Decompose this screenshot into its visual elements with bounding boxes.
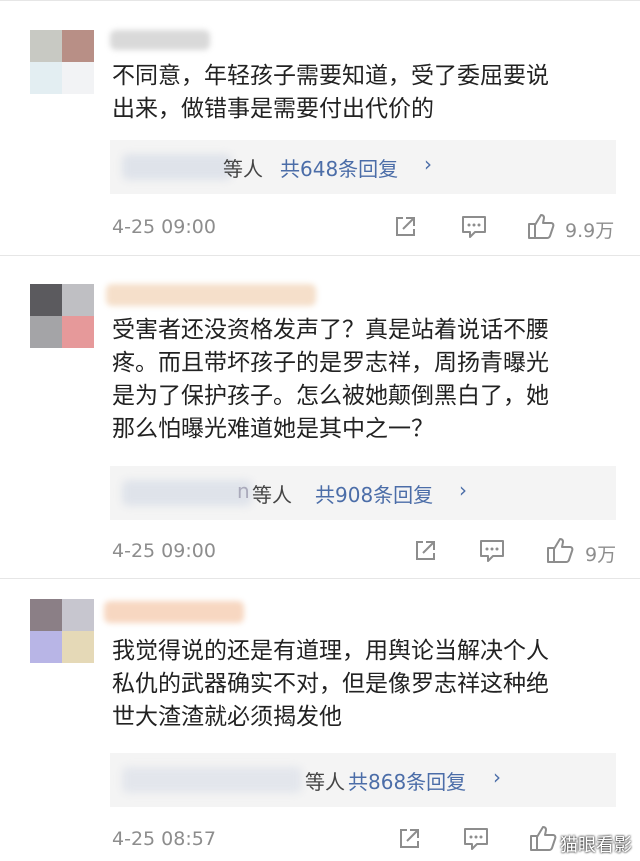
avatar-tile bbox=[62, 30, 94, 62]
avatar-tile bbox=[30, 62, 62, 94]
avatar-tile bbox=[30, 284, 62, 316]
watermark: 猫眼看影 bbox=[560, 835, 632, 856]
avatar-tile bbox=[62, 631, 94, 663]
comment-icon[interactable] bbox=[478, 538, 506, 564]
share-icon[interactable] bbox=[412, 538, 438, 564]
username-blurred[interactable] bbox=[104, 601, 244, 623]
reply-summary[interactable]: 等人 共868条回复 › bbox=[110, 753, 616, 807]
comment-card: 我觉得说的还是有道理，用舆论当解决个人 私仇的武器确实不对，但是像罗志祥这种绝 … bbox=[0, 579, 640, 861]
avatar-tile bbox=[30, 631, 62, 663]
reply-usernames-blurred bbox=[122, 767, 302, 793]
chevron-right-icon: › bbox=[424, 152, 432, 176]
comment-text-line: 受害者还没资格发声了？真是站着说话不腰 bbox=[112, 317, 549, 343]
reply-count[interactable]: 共868条回复 bbox=[348, 766, 466, 795]
avatar-tile bbox=[30, 30, 62, 62]
reply-usernames-blurred bbox=[122, 480, 252, 506]
avatar-tile bbox=[30, 599, 62, 631]
avatar-tile bbox=[62, 316, 94, 348]
chevron-right-icon: › bbox=[459, 478, 467, 502]
reply-name-tail: n bbox=[237, 479, 250, 503]
reply-usernames-blurred bbox=[122, 154, 232, 180]
comment-icon[interactable] bbox=[460, 214, 488, 240]
comment-text-line: 出来，做错事是需要付出代价的 bbox=[112, 96, 434, 122]
thumbs-up-icon[interactable] bbox=[528, 823, 558, 853]
avatar-tile bbox=[62, 284, 94, 316]
avatar-tile bbox=[30, 316, 62, 348]
like-count: 9万 bbox=[585, 544, 617, 566]
chevron-right-icon: › bbox=[493, 765, 501, 789]
thumbs-up-icon[interactable] bbox=[545, 535, 575, 565]
comment-text-line: 疼。而且带坏孩子的是罗志祥，周扬青曝光 bbox=[112, 350, 549, 376]
thumbs-up-icon[interactable] bbox=[526, 211, 556, 241]
comment-text-line: 我觉得说的还是有道理，用舆论当解决个人 bbox=[112, 638, 549, 664]
comment-text-line: 是为了保护孩子。怎么被她颠倒黑白了，她 bbox=[112, 383, 549, 409]
reply-who: 等人 bbox=[223, 157, 263, 181]
comment-text-line: 私仇的武器确实不对，但是像罗志祥这种绝 bbox=[112, 671, 549, 697]
avatar-tile bbox=[62, 62, 94, 94]
comment-timestamp: 4-25 09:00 bbox=[112, 216, 216, 238]
comment-timestamp: 4-25 09:00 bbox=[112, 540, 216, 562]
reply-summary[interactable]: n 等人 共908条回复 › bbox=[110, 466, 616, 520]
reply-who: 等人 bbox=[252, 483, 292, 507]
comment-icon[interactable] bbox=[462, 826, 490, 852]
reply-who: 等人 bbox=[305, 770, 345, 794]
comment-text-line: 那么怕曝光难道她是其中之一？ bbox=[112, 416, 434, 442]
avatar-tile bbox=[62, 599, 94, 631]
share-icon[interactable] bbox=[396, 826, 422, 852]
share-icon[interactable] bbox=[392, 214, 418, 240]
avatar[interactable] bbox=[30, 599, 94, 663]
avatar[interactable] bbox=[30, 284, 94, 348]
like-count: 9.9万 bbox=[565, 220, 615, 242]
reply-count[interactable]: 共648条回复 bbox=[280, 153, 398, 182]
avatar[interactable] bbox=[30, 30, 94, 94]
comment-text-line: 不同意，年轻孩子需要知道，受了委屈要说 bbox=[112, 63, 549, 89]
username-blurred[interactable] bbox=[110, 30, 210, 50]
comment-card: 不同意，年轻孩子需要知道，受了委屈要说 出来，做错事是需要付出代价的 等人 共6… bbox=[0, 0, 640, 255]
comment-card: 受害者还没资格发声了？真是站着说话不腰 疼。而且带坏孩子的是罗志祥，周扬青曝光 … bbox=[0, 256, 640, 578]
reply-summary[interactable]: 等人 共648条回复 › bbox=[110, 140, 616, 194]
comment-text-line: 世大渣渣就必须揭发他 bbox=[112, 704, 342, 730]
reply-count[interactable]: 共908条回复 bbox=[315, 479, 433, 508]
comment-timestamp: 4-25 08:57 bbox=[112, 828, 216, 850]
username-blurred[interactable] bbox=[106, 284, 316, 306]
